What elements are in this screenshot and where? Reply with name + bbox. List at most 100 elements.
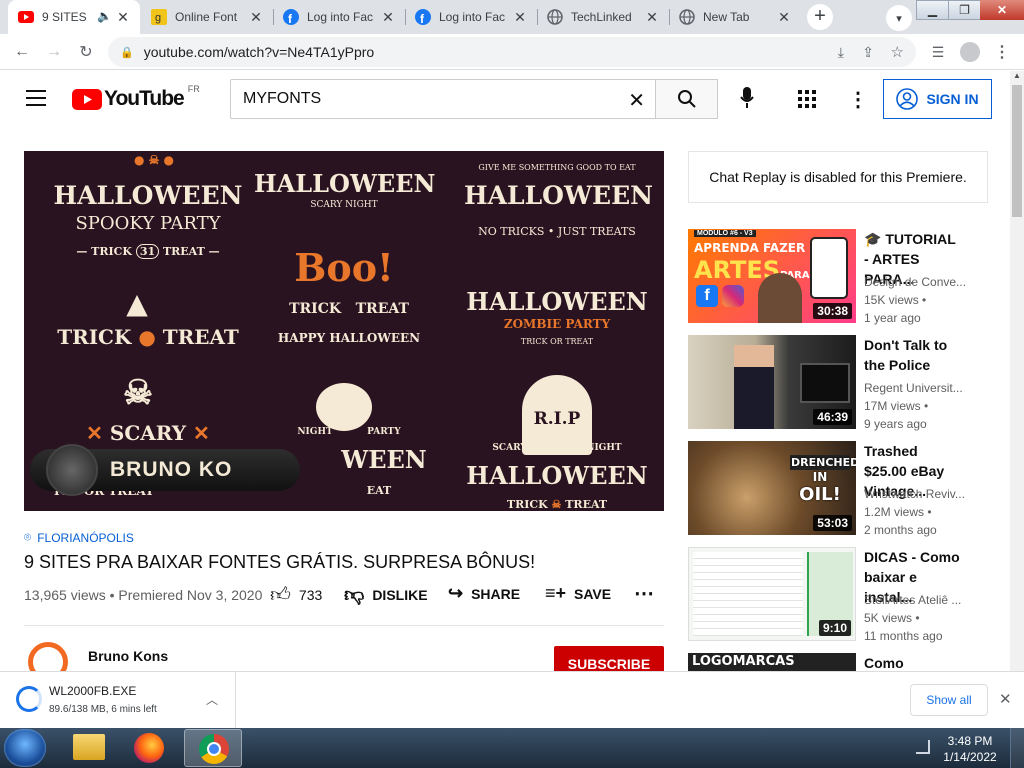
- search-button[interactable]: [656, 79, 718, 119]
- video-thumbnail[interactable]: MÓDULO #6 - V3 APRENDA FAZER ARTESPARA f…: [688, 229, 856, 323]
- svg-text:g: g: [155, 12, 161, 24]
- scroll-up-icon[interactable]: ▲: [1010, 71, 1024, 85]
- tab-techlinked[interactable]: TechLinked ✕: [537, 0, 669, 34]
- tab-close-icon[interactable]: ✕: [380, 9, 396, 25]
- person-thumbnail: [734, 345, 774, 429]
- share-button[interactable]: ↪ SHARE: [448, 583, 520, 604]
- video-thumbnail[interactable]: LOGOMARCAS: [688, 653, 856, 671]
- browser-toolbar: ← → ↻ 🔒 youtube.com/watch?v=Ne4TA1yPpro …: [0, 34, 1024, 70]
- audio-icon[interactable]: 🔈: [97, 9, 112, 23]
- voice-search-button[interactable]: [736, 87, 758, 111]
- video-text: Boo!: [294, 245, 394, 290]
- video-duration: 53:03: [813, 515, 852, 531]
- settings-kebab-icon[interactable]: ⋮: [848, 87, 868, 112]
- video-text: ZOMBIE PARTY: [503, 317, 611, 331]
- recommended-video[interactable]: 9:10 DICAS - Como baixar e instal... Ste…: [688, 547, 988, 643]
- video-text: HAPPY HALLOWEEN: [277, 331, 421, 345]
- new-tab-button[interactable]: +: [807, 4, 833, 30]
- more-actions-icon[interactable]: ⋯: [634, 581, 654, 606]
- video-text: SCARY NIGHT: [310, 200, 378, 210]
- tab-close-icon[interactable]: ✕: [115, 9, 131, 25]
- download-filename: WL2000FB.EXE: [49, 684, 137, 698]
- youtube-logo[interactable]: YouTube FR: [72, 84, 200, 111]
- video-title[interactable]: Don't Talk to the Police: [864, 335, 964, 375]
- tab-youtube[interactable]: 9 SITES 🔈 ✕: [8, 0, 140, 34]
- search-input[interactable]: MYFONTS ✕: [230, 79, 656, 119]
- channel-name[interactable]: StellArtes Ateliê ...: [864, 593, 961, 607]
- video-thumbnail[interactable]: 9:10: [688, 547, 856, 641]
- tab-online-font[interactable]: g Online Font ✕: [141, 0, 273, 34]
- apps-grid-icon[interactable]: [798, 90, 816, 108]
- forward-button[interactable]: →: [42, 40, 66, 64]
- clock[interactable]: 3:48 PM 1/14/2022: [940, 733, 1000, 765]
- address-bar[interactable]: 🔒 youtube.com/watch?v=Ne4TA1yPpro ⤓ ⇪ ☆: [108, 37, 916, 67]
- close-button[interactable]: ✕: [980, 0, 1024, 20]
- youtube-icon: [18, 9, 34, 25]
- show-all-button[interactable]: Show all: [910, 684, 988, 716]
- media-control-button[interactable]: ☰: [926, 40, 950, 64]
- tab-new-tab[interactable]: New Tab ✕: [669, 0, 801, 34]
- chrome-icon: [679, 9, 695, 25]
- search-icon: [677, 90, 696, 108]
- clear-search-icon[interactable]: ✕: [628, 88, 645, 113]
- sign-in-button[interactable]: SIGN IN: [883, 79, 992, 119]
- start-button[interactable]: [4, 729, 46, 767]
- tab-facebook-2[interactable]: f Log into Fac ✕: [405, 0, 537, 34]
- chevron-up-icon[interactable]: ︿: [206, 691, 218, 708]
- recommended-video[interactable]: MÓDULO #6 - V3 APRENDA FAZER ARTESPARA f…: [688, 229, 988, 325]
- page-scrollbar[interactable]: ▲: [1010, 71, 1024, 671]
- tab-close-icon[interactable]: ✕: [248, 9, 264, 25]
- scrollbar-thumb[interactable]: [1012, 85, 1022, 217]
- firefox-icon[interactable]: [134, 733, 164, 763]
- video-title[interactable]: Como: [864, 653, 964, 671]
- recommended-video[interactable]: LOGOMARCAS Como: [688, 653, 988, 671]
- pumpkin-icon: [316, 383, 372, 431]
- tab-close-icon[interactable]: ✕: [512, 9, 528, 25]
- profile-button[interactable]: [958, 40, 982, 64]
- recommended-video[interactable]: DRENCHED IN OIL! 53:03 Trashed $25.00 eB…: [688, 441, 988, 537]
- minimize-button[interactable]: ▁: [916, 0, 948, 20]
- upload-age: 1 year ago: [864, 311, 921, 325]
- show-desktop-button[interactable]: [1010, 728, 1024, 768]
- video-thumbnail[interactable]: DRENCHED IN OIL! 53:03: [688, 441, 856, 535]
- chrome-taskbar-button[interactable]: [184, 729, 242, 767]
- restore-button[interactable]: ❐: [948, 0, 980, 20]
- back-button[interactable]: ←: [10, 40, 34, 64]
- tab-close-icon[interactable]: ✕: [776, 9, 792, 25]
- close-download-bar-icon[interactable]: ✕: [999, 690, 1012, 708]
- tab-search-button[interactable]: ▾: [886, 5, 912, 31]
- channel-name[interactable]: Bruno Kons: [88, 648, 168, 664]
- channel-name[interactable]: Wristwatch Reviv...: [864, 487, 965, 501]
- witch-hat-icon: ▲: [126, 287, 148, 320]
- channel-name[interactable]: Regent Universit...: [864, 381, 963, 395]
- bookmark-star-icon[interactable]: ☆: [891, 43, 904, 61]
- upload-age: 9 years ago: [864, 417, 927, 431]
- video-text: NO TRICKS • JUST TREATS: [478, 225, 636, 238]
- playlist-add-icon: ≡+: [545, 583, 567, 603]
- menu-button[interactable]: ⋮: [990, 40, 1014, 64]
- download-item[interactable]: WL2000FB.EXE 89.6/138 MB, 6 mins left ︿: [0, 672, 236, 728]
- hamburger-menu-icon[interactable]: [26, 90, 46, 106]
- recommended-video[interactable]: 46:39 Don't Talk to the Police Regent Un…: [688, 335, 988, 431]
- channel-name[interactable]: Design de Conve...: [864, 275, 966, 289]
- file-explorer-icon[interactable]: [73, 734, 105, 760]
- video-text: WEEN: [341, 445, 427, 474]
- video-player[interactable]: ● ☠ ● HALLOWEEN SPOOKY PARTY — TRICK 31 …: [24, 151, 664, 511]
- video-text: R.I.P: [533, 409, 581, 429]
- tab-facebook-1[interactable]: f Log into Fac ✕: [273, 0, 405, 34]
- profile-avatar-icon: [960, 42, 980, 62]
- share-icon[interactable]: ⇪: [862, 44, 874, 61]
- network-icon[interactable]: [916, 740, 930, 754]
- location-link[interactable]: ⌾ FLORIANÓPOLIS: [24, 530, 664, 545]
- reload-button[interactable]: ↻: [74, 40, 98, 64]
- dislike-button[interactable]: 👎︎ DISLIKE: [344, 583, 428, 607]
- chrome-icon: [199, 734, 229, 764]
- install-icon[interactable]: ⤓: [838, 44, 844, 61]
- clock-time: 3:48 PM: [947, 734, 993, 748]
- save-button[interactable]: ≡+ SAVE: [545, 583, 611, 604]
- video-thumbnail[interactable]: 46:39: [688, 335, 856, 429]
- tab-close-icon[interactable]: ✕: [644, 9, 660, 25]
- like-button[interactable]: 👍︎ 733: [270, 583, 322, 607]
- video-duration: 9:10: [818, 620, 851, 636]
- skull-icons: ● ☠ ●: [133, 153, 175, 167]
